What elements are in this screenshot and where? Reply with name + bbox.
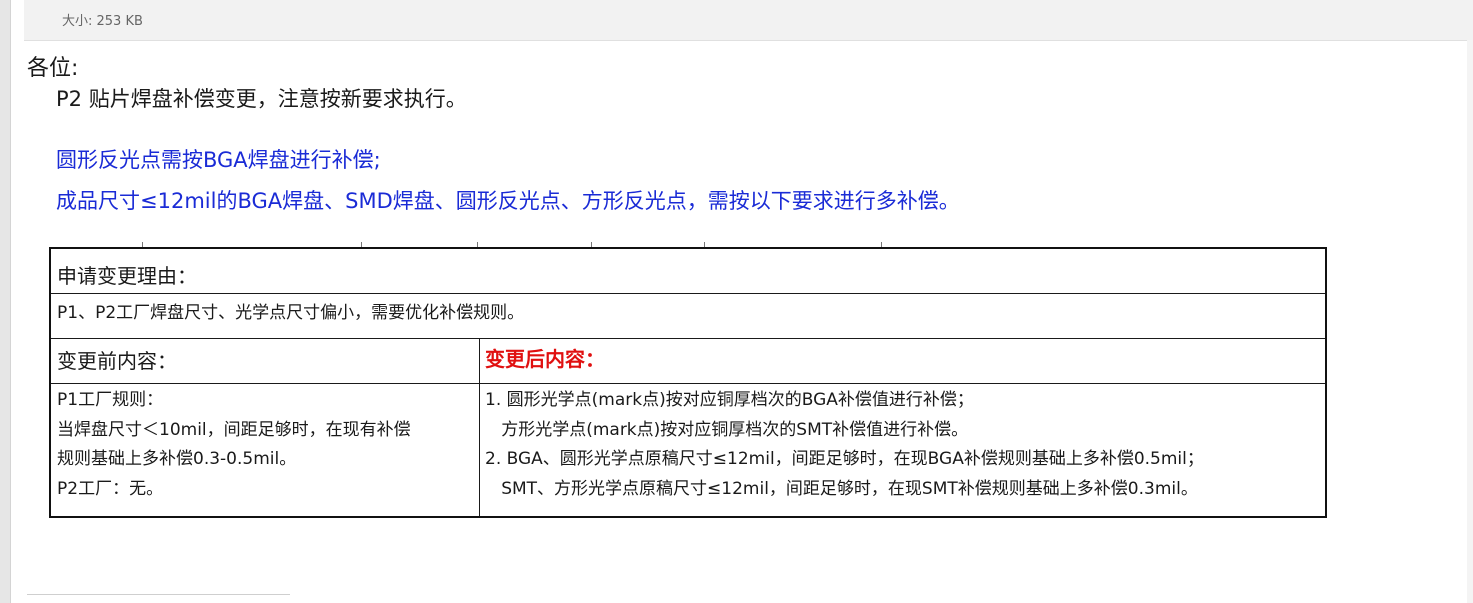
attachment-size: 大小: 253 KB	[62, 14, 143, 29]
email-highlight-line-2: 成品尺寸≤12mil的BGA焊盘、SMD焊盘、圆形反光点、方形反光点，需按以下要…	[56, 189, 960, 213]
table-divider	[51, 293, 1325, 294]
after-line: SMT、方形光学点原稿尺寸≤12mil，间距足够时，在现SMT补偿规则基础上多补…	[485, 478, 1198, 499]
reason-header: 申请变更理由：	[57, 264, 197, 288]
change-request-table-image: 申请变更理由： P1、P2工厂焊盘尺寸、光学点尺寸偏小，需要优化补偿规则。 变更…	[49, 247, 1327, 518]
after-content: 1. 圆形光学点(mark点)按对应铜厚档次的BGA补偿值进行补偿； 方形光学点…	[485, 386, 1204, 504]
before-content: P1工厂规则： 当焊盘尺寸＜10mil，间距足够时，在现有补偿 规则基础上多补偿…	[57, 386, 411, 504]
email-notice-line: P2 贴片焊盘补偿变更，注意按新要求执行。	[56, 87, 467, 111]
scrollbar[interactable]	[1467, 40, 1473, 603]
table-divider	[51, 338, 1325, 339]
left-panel-edge	[0, 0, 11, 603]
after-content-header: 变更后内容：	[485, 347, 605, 371]
before-line: 当焊盘尺寸＜10mil，间距足够时，在现有补偿	[57, 419, 411, 440]
after-line: 方形光学点(mark点)按对应铜厚档次的SMT补偿值进行补偿。	[485, 419, 969, 440]
email-highlight-line-1: 圆形反光点需按BGA焊盘进行补偿;	[56, 148, 381, 172]
attachment-info-bar: 大小: 253 KB	[24, 0, 1473, 41]
after-line: 1. 圆形光学点(mark点)按对应铜厚档次的BGA补偿值进行补偿；	[485, 390, 974, 410]
before-line: P2工厂：无。	[57, 478, 164, 499]
signature-divider	[27, 594, 290, 595]
before-content-header: 变更前内容：	[57, 349, 177, 373]
table-column-divider	[479, 339, 480, 516]
before-line: P1工厂规则：	[57, 390, 164, 410]
table-divider	[51, 383, 1325, 384]
after-line: 2. BGA、圆形光学点原稿尺寸≤12mil，间距足够时，在现BGA补偿规则基础…	[485, 449, 1204, 469]
before-line: 规则基础上多补偿0.3-0.5mil。	[57, 449, 297, 469]
email-greeting: 各位:	[27, 56, 79, 81]
reason-text: P1、P2工厂焊盘尺寸、光学点尺寸偏小，需要优化补偿规则。	[57, 303, 525, 323]
